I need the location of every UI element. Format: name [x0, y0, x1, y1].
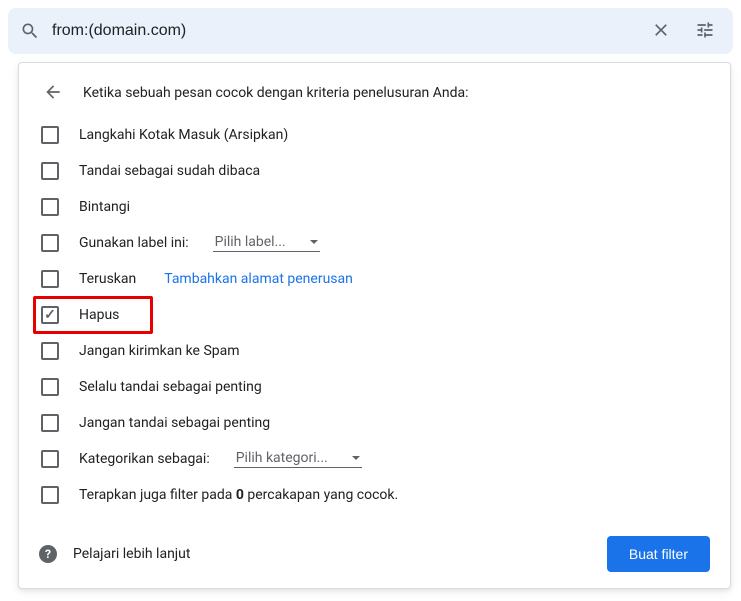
- checkbox-never-important[interactable]: [41, 414, 59, 432]
- option-label: Jangan tandai sebagai penting: [79, 415, 270, 431]
- panel-header: Ketika sebuah pesan cocok dengan kriteri…: [39, 83, 710, 103]
- panel-footer: ? Pelajari lebih lanjut Buat filter: [39, 516, 710, 572]
- apply-existing-suffix: percakapan yang cocok.: [244, 487, 398, 503]
- close-icon: [651, 20, 671, 43]
- checkbox-mark-read[interactable]: [41, 162, 59, 180]
- checkbox-never-spam[interactable]: [41, 342, 59, 360]
- option-label: Terapkan juga filter pada 0 percakapan y…: [79, 487, 398, 503]
- apply-existing-count: 0: [236, 487, 244, 503]
- label-select[interactable]: Pilih label...: [213, 234, 320, 252]
- option-label: Kategorikan sebagai:: [79, 451, 210, 467]
- option-label: Langkahi Kotak Masuk (Arsipkan): [79, 127, 288, 143]
- label-select-value: Pilih label...: [215, 234, 286, 250]
- apply-existing-prefix: Terapkan juga filter pada: [79, 487, 236, 503]
- arrow-left-icon: [43, 82, 63, 105]
- filter-options: Langkahi Kotak Masuk (Arsipkan) Tandai s…: [39, 117, 710, 516]
- option-never-spam: Jangan kirimkan ke Spam: [39, 333, 710, 369]
- chevron-down-icon: [352, 456, 360, 460]
- option-label: Hapus: [79, 307, 119, 323]
- chevron-down-icon: [310, 240, 318, 244]
- search-input[interactable]: [52, 22, 633, 40]
- option-mark-read: Tandai sebagai sudah dibaca: [39, 153, 710, 189]
- option-never-important: Jangan tandai sebagai penting: [39, 405, 710, 441]
- category-select[interactable]: Pilih kategori...: [234, 450, 362, 468]
- footer-left: ? Pelajari lebih lanjut: [39, 545, 190, 563]
- option-delete: Hapus: [39, 297, 710, 333]
- option-label: Selalu tandai sebagai penting: [79, 379, 262, 395]
- option-label: Jangan kirimkan ke Spam: [79, 343, 240, 359]
- checkbox-delete[interactable]: [41, 306, 59, 324]
- option-apply-existing: Terapkan juga filter pada 0 percakapan y…: [39, 477, 710, 513]
- option-forward: Teruskan Tambahkan alamat penerusan: [39, 261, 710, 297]
- option-label: Tandai sebagai sudah dibaca: [79, 163, 260, 179]
- back-button[interactable]: [43, 83, 63, 103]
- checkbox-star[interactable]: [41, 198, 59, 216]
- option-star: Bintangi: [39, 189, 710, 225]
- checkbox-apply-existing[interactable]: [41, 486, 59, 504]
- option-skip-inbox: Langkahi Kotak Masuk (Arsipkan): [39, 117, 710, 153]
- option-label: Bintangi: [79, 199, 130, 215]
- create-filter-panel: Ketika sebuah pesan cocok dengan kriteri…: [18, 62, 731, 589]
- search-icon: [20, 21, 40, 41]
- tune-icon: [695, 20, 715, 43]
- option-categorize: Kategorikan sebagai: Pilih kategori...: [39, 441, 710, 477]
- create-filter-button[interactable]: Buat filter: [607, 536, 710, 572]
- search-options-button[interactable]: [689, 15, 721, 47]
- learn-more-link[interactable]: Pelajari lebih lanjut: [73, 546, 190, 562]
- clear-search-button[interactable]: [645, 15, 677, 47]
- category-select-value: Pilih kategori...: [236, 450, 328, 466]
- checkbox-skip-inbox[interactable]: [41, 126, 59, 144]
- option-always-important: Selalu tandai sebagai penting: [39, 369, 710, 405]
- panel-title: Ketika sebuah pesan cocok dengan kriteri…: [83, 85, 469, 101]
- checkbox-forward[interactable]: [41, 270, 59, 288]
- option-apply-label: Gunakan label ini: Pilih label...: [39, 225, 710, 261]
- checkbox-apply-label[interactable]: [41, 234, 59, 252]
- search-bar: [8, 8, 733, 54]
- option-label: Gunakan label ini:: [79, 235, 189, 251]
- checkbox-categorize[interactable]: [41, 450, 59, 468]
- option-label: Teruskan: [79, 271, 136, 287]
- help-icon[interactable]: ?: [39, 545, 57, 563]
- add-forwarding-address-link[interactable]: Tambahkan alamat penerusan: [164, 271, 353, 287]
- checkbox-always-important[interactable]: [41, 378, 59, 396]
